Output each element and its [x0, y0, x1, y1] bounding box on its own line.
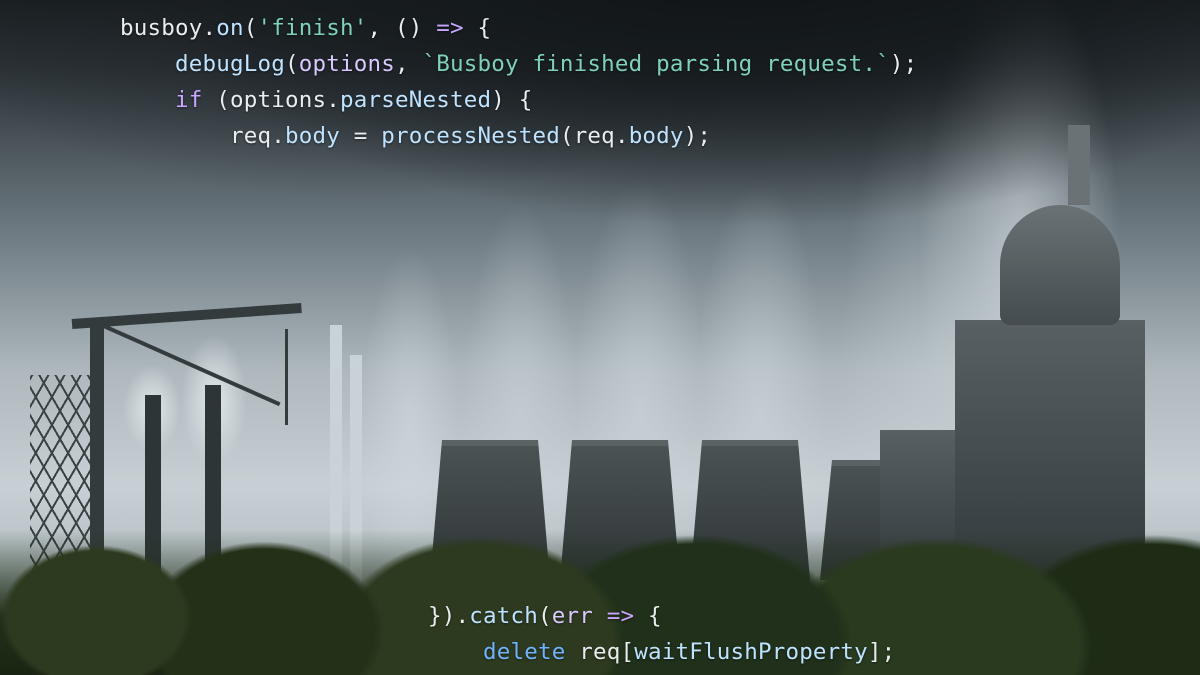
code-token: . — [202, 15, 216, 41]
code-token: options — [230, 87, 326, 113]
code-token: , — [395, 51, 423, 77]
code-token: options — [299, 51, 395, 77]
code-token: 'finish' — [257, 15, 367, 41]
code-token: delete — [483, 639, 565, 665]
code-token: { — [634, 603, 662, 629]
code-token: => — [436, 15, 464, 41]
code-overlay-bottom: }).catch(err => { delete req[waitFlushPr… — [428, 598, 895, 670]
code-token: debugLog — [175, 51, 285, 77]
code-token: => — [607, 603, 635, 629]
code-token: body — [285, 123, 340, 149]
code-token: waitFlushProperty — [634, 639, 868, 665]
code-indent — [120, 123, 230, 149]
code-token: { — [464, 15, 492, 41]
code-token: [ — [620, 639, 634, 665]
code-token: ( — [538, 603, 552, 629]
code-token: `Busboy finished parsing request.` — [422, 51, 889, 77]
code-token: . — [326, 87, 340, 113]
code-token: err — [552, 603, 593, 629]
code-token: ) { — [491, 87, 532, 113]
code-token: ); — [684, 123, 712, 149]
code-token: parseNested — [340, 87, 491, 113]
code-overlay-top: busboy.on('finish', () => { debugLog(opt… — [120, 10, 917, 154]
code-token: on — [216, 15, 244, 41]
code-token: req — [574, 123, 615, 149]
code-token: catch — [469, 603, 538, 629]
code-token: req — [230, 123, 271, 149]
code-token: if — [175, 87, 203, 113]
code-token: ( — [244, 15, 258, 41]
code-token: busboy — [120, 15, 202, 41]
code-indent — [428, 639, 483, 665]
code-token: ); — [890, 51, 918, 77]
code-token: . — [271, 123, 285, 149]
code-token: body — [629, 123, 684, 149]
code-token: ( — [560, 123, 574, 149]
code-token: ]; — [868, 639, 896, 665]
code-indent — [120, 87, 175, 113]
code-token: }). — [428, 603, 469, 629]
code-token — [565, 639, 579, 665]
code-token: ( — [285, 51, 299, 77]
code-token: req — [579, 639, 620, 665]
code-indent — [120, 51, 175, 77]
code-token: = — [340, 123, 381, 149]
code-token: , () — [367, 15, 436, 41]
code-token: . — [615, 123, 629, 149]
code-token: processNested — [381, 123, 560, 149]
code-token — [593, 603, 607, 629]
code-token: ( — [203, 87, 231, 113]
